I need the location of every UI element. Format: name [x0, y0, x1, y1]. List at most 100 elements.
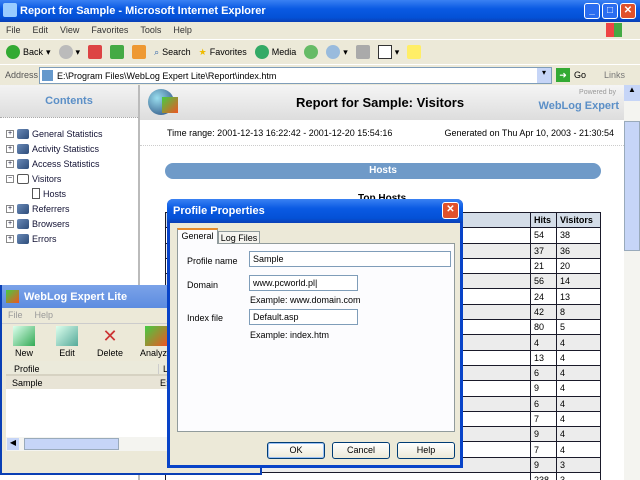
contents-item[interactable]: + Access Statistics [6, 156, 138, 171]
go-label: Go [574, 70, 587, 80]
weblog-menu-help[interactable]: Help [35, 310, 54, 321]
history-button[interactable] [304, 45, 319, 59]
contents-item[interactable]: Hosts [6, 186, 138, 201]
index-file-input[interactable]: Default.asp [249, 309, 358, 325]
tab-general-label: General [181, 231, 214, 241]
domain-input[interactable]: www.pcworld.pl| [249, 275, 358, 291]
vertical-scrollbar[interactable]: ▲ [624, 85, 640, 480]
contents-item-label: Visitors [32, 173, 62, 184]
back-button[interactable]: Back ▾ [6, 45, 51, 59]
mail-icon [326, 45, 341, 59]
visitors-cell: 4 [556, 334, 601, 351]
section-hosts-bar: Hosts [165, 163, 601, 179]
stop-button[interactable] [88, 45, 103, 59]
menu-favorites[interactable]: Favorites [91, 25, 128, 35]
maximize-button[interactable]: □ [602, 3, 618, 19]
edit-button[interactable]: ▾ [377, 45, 399, 59]
contents-item[interactable]: + Browsers [6, 216, 138, 231]
expand-icon[interactable]: + [6, 129, 14, 138]
contents-item-label: Browsers [32, 218, 70, 229]
refresh-button[interactable] [110, 45, 125, 59]
mail-button[interactable]: ▾ [326, 45, 348, 59]
links-button[interactable]: Links [604, 70, 625, 80]
new-button[interactable]: New [6, 326, 42, 359]
help-button[interactable]: Help [397, 442, 455, 459]
cancel-button[interactable]: Cancel [332, 442, 390, 459]
domain-label: Domain [187, 280, 219, 290]
collapse-icon[interactable]: − [6, 174, 14, 183]
hits-cell: 9 [530, 426, 557, 443]
media-icon [254, 45, 269, 59]
ie-icon [3, 3, 17, 17]
dialog-close-button[interactable]: ✕ [442, 202, 459, 219]
book-icon [17, 143, 29, 154]
page-icon [42, 70, 53, 81]
search-button[interactable]: ⌕ Search [154, 47, 191, 58]
hits-cell: 54 [530, 227, 557, 244]
ok-label: OK [289, 445, 303, 455]
help-label: Help [416, 445, 436, 455]
go-button[interactable]: ➜ Go [556, 68, 586, 82]
home-button[interactable] [132, 45, 147, 59]
visitors-cell: 4 [556, 441, 601, 458]
book-icon [17, 128, 29, 139]
book-icon [17, 233, 29, 244]
menu-tools[interactable]: Tools [140, 25, 161, 35]
delete-button[interactable]: ✕ Delete [92, 326, 128, 359]
close-button[interactable]: ✕ [620, 3, 636, 19]
address-input[interactable]: E:\Program Files\WebLog Expert Lite\Repo… [39, 67, 552, 84]
menu-edit[interactable]: Edit [33, 25, 49, 35]
scroll-thumb[interactable] [624, 121, 640, 251]
expand-icon[interactable]: + [6, 159, 14, 168]
profile-name-input[interactable]: Sample [249, 251, 451, 267]
profile-column-header[interactable]: Profile [14, 364, 40, 374]
star-icon: ★ [198, 46, 207, 57]
logo-arrow-icon [162, 97, 178, 113]
expand-icon[interactable]: + [6, 234, 14, 243]
expand-icon[interactable]: + [6, 144, 14, 153]
menu-view[interactable]: View [60, 25, 79, 35]
messenger-button[interactable] [407, 45, 422, 59]
visitors-cell: 36 [556, 242, 601, 259]
search-icon: ⌕ [154, 46, 160, 57]
contents-item[interactable]: − Visitors [6, 171, 138, 186]
forward-button[interactable]: ▾ [58, 45, 80, 59]
contents-item[interactable]: + Errors [6, 231, 138, 246]
hits-cell: 13 [530, 349, 557, 366]
favorites-button[interactable]: ★ Favorites [199, 47, 247, 58]
visitors-cell: 4 [556, 426, 601, 443]
refresh-icon [110, 45, 125, 59]
visitors-cell: 38 [556, 227, 601, 244]
tab-general[interactable]: General [177, 228, 218, 244]
expand-icon[interactable]: + [6, 204, 14, 213]
hits-cell: 21 [530, 257, 557, 275]
print-button[interactable] [355, 45, 370, 59]
scroll-up-button[interactable]: ▲ [624, 85, 640, 101]
hits-cell: 7 [530, 410, 557, 428]
minimize-button[interactable]: _ [584, 3, 600, 19]
visitors-cell: 14 [556, 273, 601, 290]
media-button[interactable]: Media [254, 45, 296, 59]
horizontal-scroll-thumb[interactable] [24, 438, 119, 450]
hits-cell: 7 [530, 441, 557, 458]
edit-profile-button[interactable]: Edit [50, 326, 84, 359]
contents-item-label: Hosts [43, 188, 67, 199]
scroll-left-button[interactable]: ◀ [7, 438, 19, 450]
contents-item[interactable]: + General Statistics [6, 126, 138, 141]
contents-item[interactable]: + Referrers [6, 201, 138, 216]
weblog-menu-file[interactable]: File [8, 310, 23, 321]
ok-button[interactable]: OK [267, 442, 325, 459]
contents-item-label: Referrers [32, 203, 70, 214]
address-dropdown-button[interactable]: ▾ [537, 68, 551, 83]
favorites-label: Favorites [209, 47, 247, 57]
contents-item[interactable]: + Activity Statistics [6, 141, 138, 156]
menu-file[interactable]: File [6, 25, 21, 35]
address-label: Address [5, 70, 39, 80]
weblog-app-icon [6, 290, 19, 303]
analyze-icon [145, 326, 167, 346]
expand-icon[interactable]: + [6, 219, 14, 228]
generated-on: Generated on Thu Apr 10, 2003 - 21:30:54 [444, 128, 614, 138]
ie-menu-bar: File Edit View Favorites Tools Help [0, 22, 640, 38]
menu-help[interactable]: Help [173, 25, 192, 35]
dialog-title-bar: Profile Properties ✕ [167, 199, 463, 223]
